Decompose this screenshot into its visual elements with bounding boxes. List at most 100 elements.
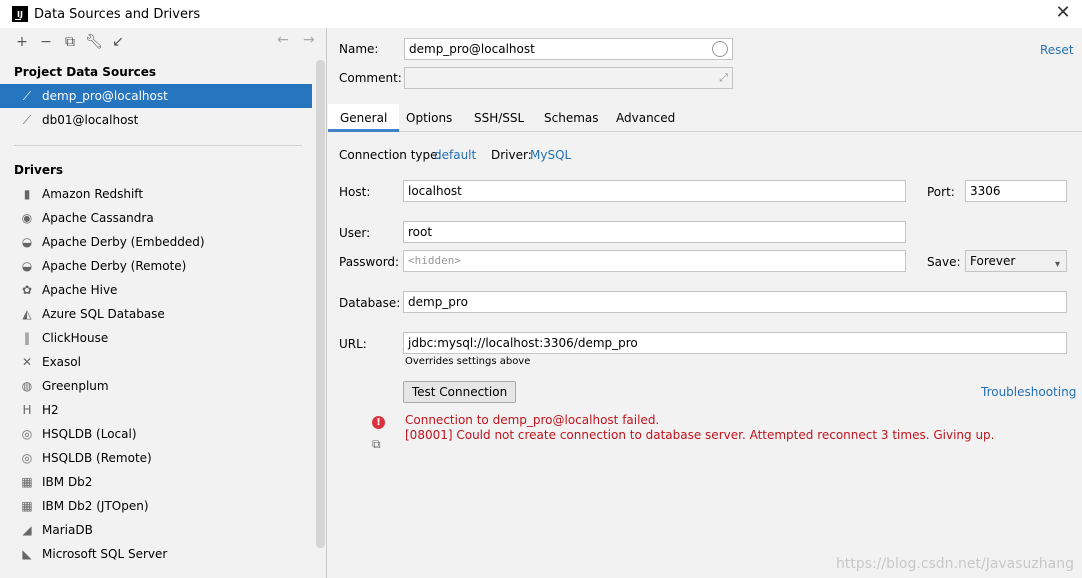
back-icon[interactable]: ←: [277, 32, 289, 48]
reset-link[interactable]: Reset: [1040, 43, 1074, 57]
clickhouse-icon: ‖: [24, 331, 30, 345]
driver-item[interactable]: ✕ Exasol: [0, 350, 312, 374]
comment-field[interactable]: ⤢: [404, 67, 733, 89]
test-connection-button[interactable]: Test Connection: [403, 381, 516, 403]
driver-label: Apache Cassandra: [42, 211, 154, 225]
duplicate-icon[interactable]: ⧉: [58, 31, 82, 53]
driver-label: Apache Derby (Remote): [42, 259, 187, 273]
tab-bar: General Options SSH/SSL Schemas Advanced: [328, 104, 1082, 132]
troubleshooting-link[interactable]: Troubleshooting: [981, 385, 1076, 399]
name-field[interactable]: demp_pro@localhost: [404, 38, 733, 60]
host-input[interactable]: localhost: [403, 180, 906, 202]
password-input[interactable]: <hidden>: [403, 250, 906, 272]
driver-label: Greenplum: [42, 379, 109, 393]
error-icon: !: [372, 416, 385, 429]
tab-options[interactable]: Options: [394, 104, 464, 132]
h2-icon: H: [22, 403, 32, 417]
data-source-list: ⟋ demp_pro@localhost ⟋ db01@localhost: [0, 84, 326, 132]
data-source-item[interactable]: ⟋ db01@localhost: [0, 108, 312, 132]
watermark: https://blog.csdn.net/Javasuzhang: [835, 556, 1074, 572]
intellij-icon: IJ: [12, 6, 28, 22]
hive-icon: ✿: [21, 283, 33, 297]
driver-item[interactable]: ◭ Azure SQL Database: [0, 302, 312, 326]
driver-item[interactable]: ◉ Apache Cassandra: [0, 206, 312, 230]
hsqldb-icon: ◎: [21, 451, 33, 465]
driver-label: Driver:: [491, 148, 532, 162]
url-hint: Overrides settings above: [405, 356, 531, 367]
driver-link[interactable]: MySQL: [530, 148, 571, 162]
driver-item[interactable]: ‖ ClickHouse: [0, 326, 312, 350]
greenplum-icon: ◍: [21, 379, 33, 393]
driver-list: ▮ Amazon Redshift ◉ Apache Cassandra ◒ Apache…: [0, 182, 326, 566]
driver-item[interactable]: ◎ HSQLDB (Remote): [0, 446, 312, 470]
driver-item[interactable]: ◒ Apache Derby (Remote): [0, 254, 312, 278]
tab-advanced[interactable]: Advanced: [604, 104, 687, 132]
add-icon[interactable]: +: [10, 31, 34, 53]
url-label: URL:: [339, 337, 367, 351]
driver-label: HSQLDB (Local): [42, 427, 137, 441]
drivers-heading: Drivers: [14, 163, 64, 177]
comment-label: Comment:: [339, 71, 402, 85]
driver-label: Exasol: [42, 355, 81, 369]
port-input[interactable]: 3306: [965, 180, 1067, 202]
hsqldb-icon: ◎: [21, 427, 33, 441]
driver-item[interactable]: ▦ IBM Db2: [0, 470, 312, 494]
driver-label: HSQLDB (Remote): [42, 451, 152, 465]
cassandra-icon: ◉: [21, 211, 33, 225]
ibm-icon: ▦: [21, 475, 33, 489]
driver-item[interactable]: ▦ IBM Db2 (JTOpen): [0, 494, 312, 518]
remove-icon[interactable]: −: [34, 31, 58, 53]
connection-type-label: Connection type:: [339, 148, 442, 162]
driver-item[interactable]: ◣ Microsoft SQL Server: [0, 542, 312, 566]
tab-ssh-ssl[interactable]: SSH/SSL: [462, 104, 536, 132]
user-input[interactable]: root: [403, 221, 906, 243]
driver-item[interactable]: ◒ Apache Derby (Embedded): [0, 230, 312, 254]
data-source-item[interactable]: ⟋ demp_pro@localhost: [0, 84, 312, 108]
port-label: Port:: [927, 185, 955, 199]
save-label: Save:: [927, 255, 961, 269]
driver-item[interactable]: ◎ HSQLDB (Local): [0, 422, 312, 446]
driver-label: H2: [42, 403, 59, 417]
make-global-icon[interactable]: ↙: [106, 31, 130, 53]
section-divider: [14, 145, 302, 146]
driver-item[interactable]: ▮ Amazon Redshift: [0, 182, 312, 206]
driver-item[interactable]: H H2: [0, 398, 312, 422]
forward-icon[interactable]: →: [303, 32, 315, 48]
name-label: Name:: [339, 42, 379, 56]
driver-label: IBM Db2 (JTOpen): [42, 499, 149, 513]
tab-general[interactable]: General: [328, 104, 400, 132]
error-message-title: Connection to demp_pro@localhost failed.: [405, 413, 660, 427]
save-select[interactable]: Forever ▾: [965, 250, 1067, 272]
driver-item[interactable]: ✿ Apache Hive: [0, 278, 312, 302]
color-circle-icon[interactable]: [712, 41, 728, 57]
host-label: Host:: [339, 185, 371, 199]
user-label: User:: [339, 226, 371, 240]
mysql-icon: ⟋: [22, 112, 32, 127]
data-source-label: db01@localhost: [42, 113, 139, 127]
redshift-icon: ▮: [23, 187, 31, 201]
right-panel: Name: demp_pro@localhost Reset Comment: …: [328, 28, 1082, 578]
copy-icon[interactable]: ⧉: [372, 437, 385, 451]
error-message-detail: [08001] Could not create connection to d…: [405, 428, 995, 442]
left-scrollbar[interactable]: [316, 60, 325, 548]
tab-schemas[interactable]: Schemas: [532, 104, 611, 132]
driver-label: ClickHouse: [42, 331, 109, 345]
database-input[interactable]: demp_pro: [403, 291, 1067, 313]
driver-item[interactable]: ◍ Greenplum: [0, 374, 312, 398]
ibm-icon: ▦: [21, 499, 33, 513]
close-icon[interactable]: ✕: [1054, 4, 1072, 22]
name-value: demp_pro@localhost: [409, 42, 535, 56]
expand-icon[interactable]: ⤢: [719, 68, 728, 88]
exasol-icon: ✕: [21, 355, 33, 369]
derby-icon: ◒: [21, 235, 33, 249]
save-value: Forever: [970, 254, 1016, 268]
connection-type-link[interactable]: default: [434, 148, 476, 162]
mssql-icon: ◣: [22, 547, 32, 561]
wrench-icon[interactable]: 🔧︎: [82, 31, 106, 53]
url-input[interactable]: jdbc:mysql://localhost:3306/demp_pro: [403, 332, 1067, 354]
window-title: Data Sources and Drivers: [34, 6, 201, 22]
driver-item[interactable]: ◢ MariaDB: [0, 518, 312, 542]
driver-label: Apache Hive: [42, 283, 118, 297]
title-bar: IJ Data Sources and Drivers ✕: [0, 0, 1082, 28]
database-label: Database:: [339, 296, 401, 310]
